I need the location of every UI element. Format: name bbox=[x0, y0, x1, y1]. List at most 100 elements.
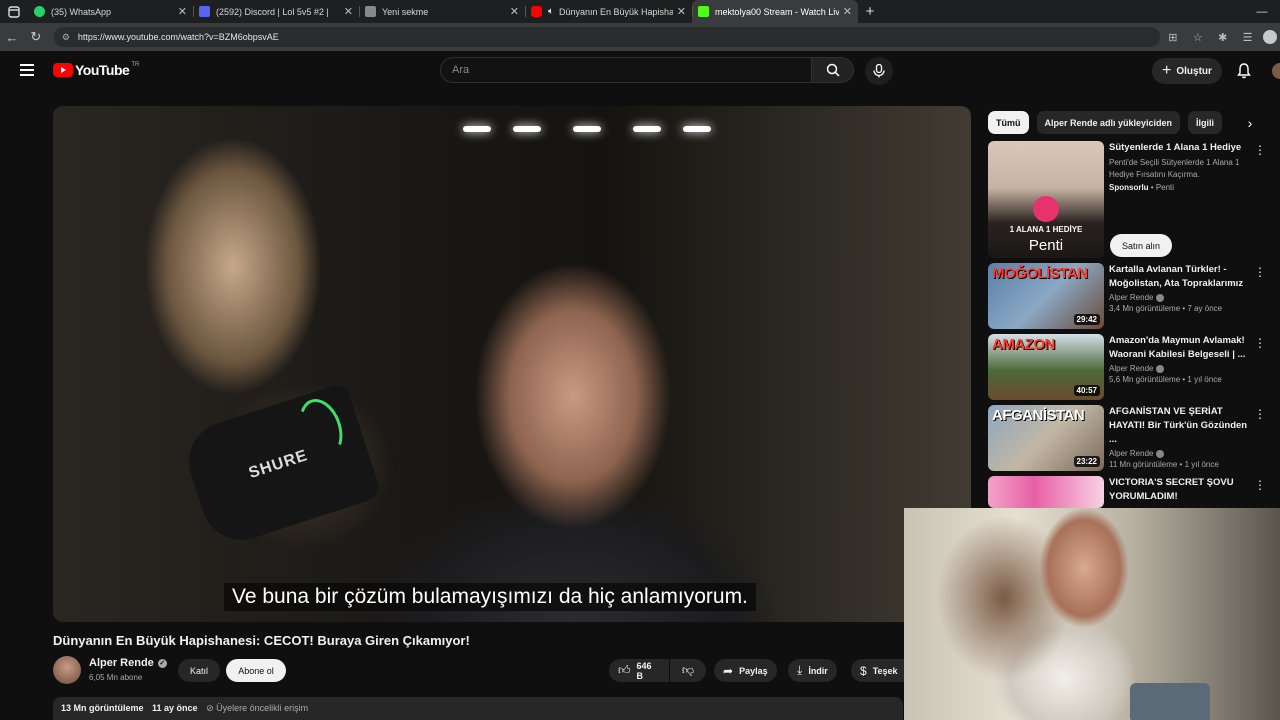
reload-icon[interactable]: ↻ bbox=[24, 29, 48, 45]
logo-text: YouTube bbox=[75, 62, 130, 78]
discord-icon bbox=[199, 6, 210, 17]
bell-icon bbox=[1237, 63, 1251, 79]
site-info-icon[interactable]: ⚙︎ bbox=[62, 32, 70, 43]
tab-title: Dünyanın En Büyük Hapisha bbox=[559, 6, 673, 17]
download-icon: ⤓ bbox=[797, 663, 803, 677]
channel-name[interactable]: Alper Rende bbox=[1109, 293, 1153, 302]
video-thumbnail[interactable] bbox=[988, 476, 1104, 508]
share-button[interactable]: ➦ Paylaş bbox=[714, 659, 777, 682]
ad-thumb-brand: Penti bbox=[1028, 237, 1064, 254]
channel-name-row[interactable]: Alper Rende ✓ bbox=[89, 657, 167, 669]
tab-title: (35) WhatsApp bbox=[51, 6, 112, 17]
ad-title[interactable]: Sütyenlerde 1 Alana 1 Hediye bbox=[1109, 141, 1254, 155]
address-bar[interactable]: ⚙︎ https://www.youtube.com/watch?v=BZM6o… bbox=[53, 27, 1161, 47]
more-options-icon[interactable]: ⋮ bbox=[1254, 336, 1266, 350]
webcam-frame-detail bbox=[1130, 683, 1210, 720]
ad-thumbnail[interactable]: 1 ALANA 1 HEDİYE Penti bbox=[988, 141, 1104, 258]
video-stats: 3,4 Mn görüntüleme • 7 ay önce bbox=[1109, 304, 1223, 313]
description-box[interactable]: 13 Mn görüntüleme 11 ay önce ⊘ Üyelere ö… bbox=[53, 697, 903, 720]
browser-tab-active[interactable]: mektolya00 Stream - Watch Live ✕ bbox=[692, 0, 858, 23]
download-button[interactable]: ⤓ İndir bbox=[788, 659, 837, 682]
video-stats: 11 Mn görüntüleme • 1 yıl önce bbox=[1109, 460, 1219, 469]
speaker-icon[interactable]: 🔈︎ bbox=[548, 6, 554, 17]
extensions-icon[interactable]: ✱ bbox=[1210, 31, 1235, 44]
more-options-icon[interactable]: ⋮ bbox=[1254, 265, 1266, 279]
dislike-button[interactable]: 👎︎ bbox=[670, 659, 706, 682]
chip-from-uploader[interactable]: Alper Rende adlı yükleyiciden bbox=[1036, 111, 1181, 134]
thumbnail-text: AMAZON bbox=[992, 336, 1055, 353]
ad-badge-shape bbox=[1033, 196, 1059, 222]
more-options-icon[interactable]: ⋮ bbox=[1254, 143, 1266, 157]
thanks-icon: $ bbox=[860, 663, 867, 678]
create-button[interactable]: + Oluştur bbox=[1152, 58, 1222, 84]
advertiser-name: Penti bbox=[1155, 183, 1175, 192]
related-video[interactable]: AFGANİSTAN 23:22 AFGANİSTAN VE ŞERİAT HA… bbox=[988, 405, 1272, 471]
verified-icon: ✓ bbox=[157, 658, 167, 668]
video-thumbnail[interactable]: AFGANİSTAN 23:22 bbox=[988, 405, 1104, 471]
account-avatar[interactable] bbox=[1272, 63, 1280, 79]
install-app-icon[interactable]: ⊞ bbox=[1160, 31, 1185, 44]
related-video[interactable]: AMAZON 40:57 Amazon'da Maymun Avlamak! W… bbox=[988, 334, 1272, 400]
like-button[interactable]: 👍︎ 646 B bbox=[609, 659, 669, 682]
country-code: TR bbox=[131, 62, 140, 68]
subscriber-count: 6,05 Mn abone bbox=[89, 673, 143, 682]
browser-tab[interactable]: (2592) Discord | Lol 5v5 #2 | ✕ bbox=[193, 0, 359, 23]
channel-name[interactable]: Alper Rende bbox=[1109, 449, 1153, 458]
chevron-right-icon[interactable]: › bbox=[1240, 113, 1260, 133]
chip-all[interactable]: Tümü bbox=[988, 111, 1029, 134]
subscribe-button[interactable]: Abone ol bbox=[226, 659, 286, 682]
close-tab-icon[interactable]: ✕ bbox=[510, 5, 519, 18]
browser-tab[interactable]: 🔈︎ Dünyanın En Büyük Hapisha ✕ bbox=[525, 0, 692, 23]
channel-avatar[interactable] bbox=[53, 656, 81, 684]
thumbnail-text: AFGANİSTAN bbox=[992, 407, 1085, 424]
video-title-link[interactable]: Amazon'da Maymun Avlamak! Waorani Kabile… bbox=[1109, 334, 1254, 362]
menu-icon[interactable] bbox=[20, 64, 34, 76]
profile-avatar-icon[interactable] bbox=[1260, 30, 1280, 44]
buy-button[interactable]: Satın alın bbox=[1110, 234, 1172, 257]
thanks-button[interactable]: $ Teşek bbox=[851, 659, 911, 682]
video-thumbnail[interactable]: AMAZON 40:57 bbox=[988, 334, 1104, 400]
close-tab-icon[interactable]: ✕ bbox=[344, 5, 353, 18]
more-options-icon[interactable]: ⋮ bbox=[1254, 407, 1266, 421]
video-title: Dünyanın En Büyük Hapishanesi: CECOT! Bu… bbox=[53, 633, 470, 648]
video-title-link[interactable]: Kartalla Avlanan Türkler! - Moğolistan, … bbox=[1109, 263, 1254, 291]
search-button[interactable] bbox=[812, 57, 854, 83]
new-tab-page-icon bbox=[365, 6, 376, 17]
browser-tab[interactable]: Yeni sekme ✕ bbox=[359, 0, 525, 23]
related-video[interactable]: MOĞOLİSTAN 29:42 Kartalla Avlanan Türkle… bbox=[988, 263, 1272, 329]
thumbs-up-icon: 👍︎ bbox=[618, 663, 631, 677]
join-button[interactable]: Katıl bbox=[178, 659, 220, 682]
webcam-overlay bbox=[904, 508, 1280, 720]
video-thumbnail[interactable]: MOĞOLİSTAN 29:42 bbox=[988, 263, 1104, 329]
sponsored-label: Sponsorlu bbox=[1109, 183, 1149, 192]
search-icon bbox=[826, 63, 840, 77]
close-tab-icon[interactable]: ✕ bbox=[843, 5, 852, 18]
video-title-link[interactable]: VICTORIA'S SECRET ŞOVU YORUMLADIM! bbox=[1109, 476, 1254, 504]
channel-name[interactable]: Alper Rende bbox=[1109, 364, 1153, 373]
reading-list-icon[interactable]: ☰ bbox=[1235, 31, 1260, 44]
back-icon[interactable]: ← bbox=[0, 30, 24, 45]
more-options-icon[interactable]: ⋮ bbox=[1254, 478, 1266, 492]
browser-tab[interactable]: (35) WhatsApp ✕ bbox=[28, 0, 193, 23]
view-count: 13 Mn görüntüleme bbox=[61, 703, 144, 713]
chip-related[interactable]: İlgili bbox=[1188, 111, 1223, 134]
share-icon: ➦ bbox=[723, 663, 734, 678]
tab-overview-icon[interactable] bbox=[0, 0, 28, 23]
related-video[interactable]: VICTORIA'S SECRET ŞOVU YORUMLADIM! ⋮ bbox=[988, 476, 1272, 508]
video-frame-detail bbox=[463, 126, 491, 132]
channel-name[interactable]: Alper Rende bbox=[89, 657, 154, 669]
close-tab-icon[interactable]: ✕ bbox=[178, 5, 187, 18]
verified-icon bbox=[1156, 293, 1165, 302]
youtube-logo[interactable]: YouTube TR bbox=[53, 62, 139, 78]
video-title-link[interactable]: AFGANİSTAN VE ŞERİAT HAYATI! Bir Türk'ün… bbox=[1109, 405, 1254, 447]
bookmark-star-icon[interactable]: ☆ bbox=[1185, 31, 1210, 44]
create-label: Oluştur bbox=[1176, 65, 1212, 77]
close-tab-icon[interactable]: ✕ bbox=[677, 5, 686, 18]
video-duration: 29:42 bbox=[1073, 314, 1100, 325]
voice-search-button[interactable] bbox=[865, 57, 893, 85]
new-tab-icon[interactable]: + bbox=[858, 3, 882, 20]
minimize-icon[interactable]: — bbox=[1244, 6, 1280, 18]
video-player[interactable]: SHURE Ve buna bir çözüm bulamayışımızı d… bbox=[53, 106, 971, 622]
search-input[interactable]: Ara bbox=[440, 57, 812, 83]
notifications-button[interactable] bbox=[1234, 61, 1254, 81]
